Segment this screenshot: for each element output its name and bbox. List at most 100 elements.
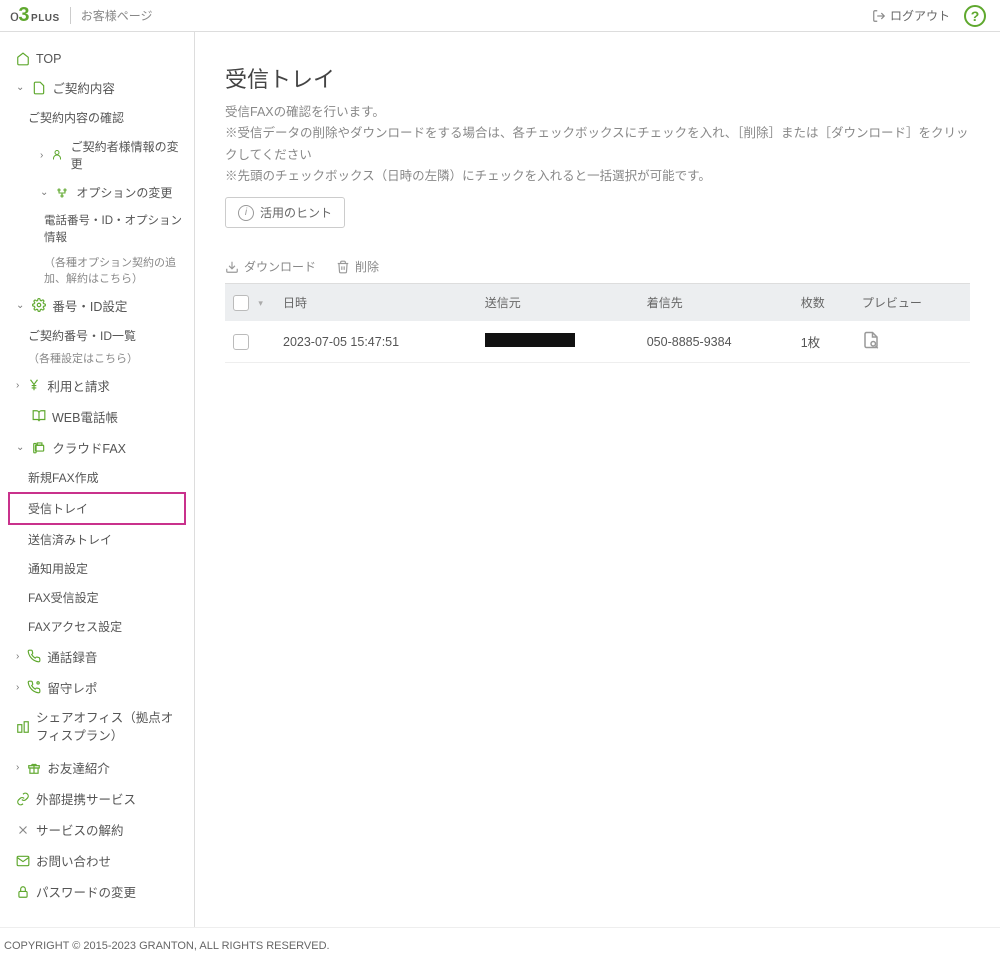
download-label: ダウンロード [244,258,316,275]
logout-link[interactable]: ログアウト [872,7,950,24]
body: TOP ⌄ ご契約内容 ご契約内容の確認 › ご契約者様情報の変更 ⌄ オプショ… [0,32,1000,927]
chevron-right-icon: › [40,150,43,161]
help-icon[interactable]: ? [964,5,986,27]
toolbar: ダウンロード 削除 [225,258,970,283]
sidebar-label: ご契約番号・ID一覧 [28,327,136,344]
col-sender[interactable]: 送信元 [477,284,639,322]
sidebar-label: お友達紹介 [47,758,110,777]
sidebar-label: 電話番号・ID・オプション情報 [44,213,184,248]
sidebar-item-cloud-fax[interactable]: ⌄ クラウドFAX [0,432,194,463]
sidebar-item-fax-access-settings[interactable]: FAXアクセス設定 [0,612,194,641]
sidebar-item-top[interactable]: TOP [0,46,194,72]
person-icon [51,149,64,161]
link-icon [16,792,30,806]
redacted-sender [485,333,575,347]
logo-3: 3 [18,4,29,27]
sidebar-item-inbox[interactable]: 受信トレイ [8,492,186,525]
col-pages[interactable]: 枚数 [793,284,854,322]
fax-table: ▾ 日時 送信元 着信先 枚数 プレビュー 2023-07-05 15:47:5… [225,283,970,363]
delete-button[interactable]: 削除 [336,258,379,275]
cell-sender [477,321,639,363]
cell-datetime: 2023-07-05 15:47:51 [275,321,477,363]
table-header-row: ▾ 日時 送信元 着信先 枚数 プレビュー [225,284,970,322]
logout-icon [872,9,886,23]
chevron-down-icon: ⌄ [16,82,24,93]
cell-recipient: 050-8885-9384 [639,321,793,363]
header: o3PLUS お客様ページ ログアウト ? [0,0,1000,32]
description-2: ※受信データの削除やダウンロードをする場合は、各チェックボックスにチェックを入れ… [225,123,970,166]
header-right: ログアウト ? [872,5,986,27]
col-recipient[interactable]: 着信先 [639,284,793,322]
row-checkbox[interactable] [233,334,249,350]
col-checkbox: ▾ [225,284,275,322]
gear-icon [32,298,46,312]
description-1: 受信FAXの確認を行います。 [225,102,970,123]
sidebar-item-subscriber-change[interactable]: › ご契約者様情報の変更 [0,132,194,178]
sidebar-label: WEB電話帳 [52,407,118,426]
sidebar-item-phone-option-info[interactable]: 電話番号・ID・オプション情報 [0,207,194,254]
cell-preview [854,321,970,363]
sidebar-item-sent[interactable]: 送信済みトレイ [0,525,194,554]
sidebar-item-new-fax[interactable]: 新規FAX作成 [0,463,194,492]
download-button[interactable]: ダウンロード [225,258,316,275]
chevron-down-icon: ⌄ [16,442,24,453]
sidebar-item-fax-recv-settings[interactable]: FAX受信設定 [0,583,194,612]
sidebar-sublabel: （各種設定はこちら） [0,350,194,370]
sidebar-label: パスワードの変更 [36,882,136,901]
sidebar-item-contact[interactable]: お問い合わせ [0,845,194,876]
fax-icon [32,440,46,454]
voicemail-icon [27,680,41,694]
chevron-right-icon: › [16,682,19,693]
sidebar-item-web-phonebook[interactable]: WEB電話帳 [0,401,194,432]
sidebar-label: FAX受信設定 [28,589,99,606]
phone-icon [27,649,41,663]
sidebar-item-option-change[interactable]: ⌄ オプションの変更 [0,178,194,207]
logout-label: ログアウト [890,7,950,24]
info-icon: i [238,205,254,221]
sidebar-item-contract[interactable]: ⌄ ご契約内容 [0,72,194,103]
home-icon [16,52,30,66]
sidebar-item-share-office[interactable]: シェアオフィス（拠点オフィスプラン） [0,703,194,753]
sidebar-label: FAXアクセス設定 [28,618,122,635]
mail-icon [16,854,30,868]
sidebar-label: 受信トレイ [28,500,88,517]
sidebar-label: ご契約内容の確認 [28,109,124,126]
sidebar-label: クラウドFAX [52,438,126,457]
chevron-down-icon: ⌄ [16,300,24,311]
sidebar: TOP ⌄ ご契約内容 ご契約内容の確認 › ご契約者様情報の変更 ⌄ オプショ… [0,32,195,927]
sidebar-label: 番号・ID設定 [52,296,127,315]
col-datetime[interactable]: 日時 [275,284,477,322]
sidebar-item-external-service[interactable]: 外部提携サービス [0,783,194,814]
sidebar-label: TOP [36,52,61,66]
sidebar-item-call-recording[interactable]: › 通話録音 [0,641,194,672]
sidebar-item-referral[interactable]: › お友達紹介 [0,752,194,783]
sidebar-label: 利用と請求 [47,376,110,395]
sidebar-label: お問い合わせ [36,851,111,870]
sidebar-item-number-id-list[interactable]: ご契約番号・ID一覧 [0,321,194,350]
download-icon [225,260,239,274]
sidebar-item-cancel-service[interactable]: サービスの解約 [0,814,194,845]
sidebar-item-rusu-repo[interactable]: › 留守レポ [0,672,194,703]
book-icon [32,409,46,423]
sort-icon[interactable]: ▾ [258,298,263,308]
sidebar-item-notify-settings[interactable]: 通知用設定 [0,554,194,583]
cell-pages: 1枚 [793,321,854,363]
select-all-checkbox[interactable] [233,295,249,311]
sidebar-label: 通話録音 [47,647,97,666]
chevron-right-icon: › [16,651,19,662]
sidebar-label: オプションの変更 [76,184,172,201]
hint-button[interactable]: i 活用のヒント [225,197,345,228]
sidebar-label: 通知用設定 [28,560,88,577]
logo[interactable]: o3PLUS [10,4,60,27]
delete-label: 削除 [355,258,379,275]
sidebar-item-number-id[interactable]: ⌄ 番号・ID設定 [0,290,194,321]
sidebar-item-contract-confirm[interactable]: ご契約内容の確認 [0,103,194,132]
sidebar-item-billing[interactable]: › 利用と請求 [0,370,194,401]
chevron-right-icon: › [16,380,19,391]
sidebar-item-password-change[interactable]: パスワードの変更 [0,876,194,907]
sidebar-label: 新規FAX作成 [28,469,99,486]
hint-label: 活用のヒント [260,204,332,221]
options-icon [56,187,70,199]
sidebar-label: ご契約者様情報の変更 [71,138,184,172]
preview-icon[interactable] [862,338,880,352]
